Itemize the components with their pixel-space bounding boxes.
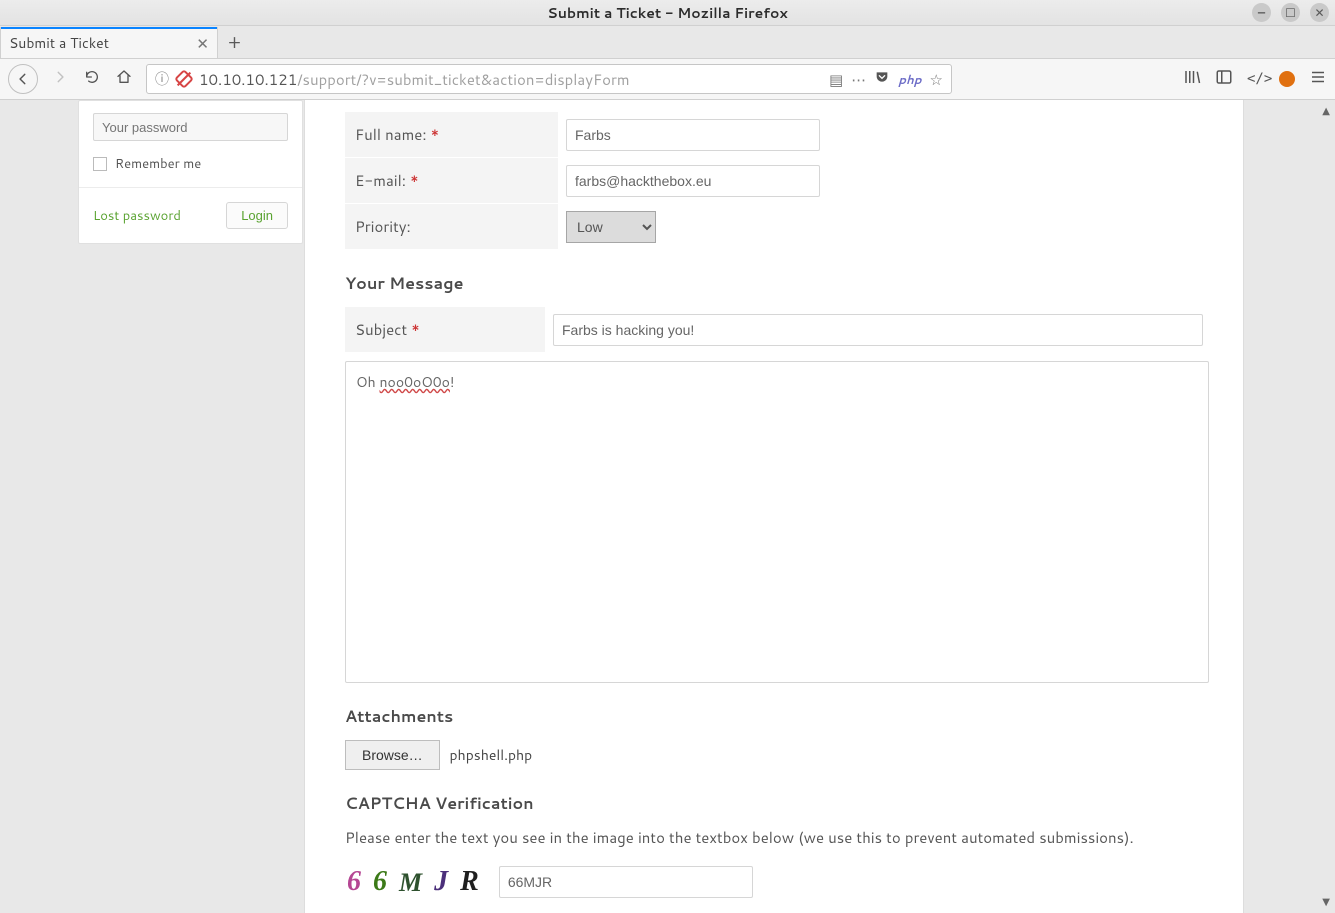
page-actions-icon[interactable]: ⋯ — [851, 69, 866, 90]
captcha-help-text: Please enter the text you see in the ima… — [345, 827, 1203, 848]
remember-me-checkbox[interactable]: Remember me — [93, 155, 288, 173]
nav-back-button[interactable] — [8, 64, 38, 94]
subject-row: Subject * — [345, 307, 1203, 353]
email-label: E-mail: — [355, 170, 406, 191]
priority-label: Priority: — [355, 216, 411, 237]
required-marker: * — [411, 319, 420, 340]
subject-input[interactable] — [553, 314, 1203, 346]
attachment-filename: phpshell.php — [450, 745, 533, 765]
login-widget: Remember me Lost password Login — [78, 100, 303, 244]
window-titlebar: Submit a Ticket - Mozilla Firefox – ☐ ✕ — [0, 0, 1335, 26]
message-body-input[interactable]: Oh noo0oO0o! — [345, 361, 1209, 683]
hamburger-menu-icon[interactable] — [1309, 68, 1327, 91]
browse-button[interactable]: Browse… — [345, 740, 440, 770]
home-button[interactable] — [114, 69, 134, 90]
attachments-heading: Attachments — [345, 705, 1203, 728]
url-text: 10.10.10.121/support/?v=submit_ticket&ac… — [199, 69, 821, 90]
browser-tab[interactable]: Submit a Ticket ✕ — [0, 27, 218, 58]
tab-strip: Submit a Ticket ✕ + — [0, 26, 1335, 59]
tab-close-icon[interactable]: ✕ — [196, 33, 209, 54]
captcha-heading: CAPTCHA Verification — [345, 792, 1203, 815]
email-row: E-mail:* — [345, 158, 1203, 204]
insecure-icon — [177, 72, 191, 86]
password-input[interactable] — [93, 113, 288, 141]
home-icon — [116, 69, 132, 85]
nav-forward-button — [50, 69, 70, 89]
email-input[interactable] — [566, 165, 820, 197]
browser-toolbar: ⓘ 10.10.10.121/support/?v=submit_ticket&… — [0, 59, 1335, 100]
remember-me-label: Remember me — [115, 155, 201, 173]
library-icon[interactable] — [1183, 68, 1201, 91]
lost-password-link[interactable]: Lost password — [93, 207, 181, 225]
bookmark-star-icon[interactable]: ☆ — [930, 69, 943, 90]
url-host: 10.10.10.121 — [199, 69, 297, 90]
tab-accent — [1, 27, 217, 29]
captcha-row: 6 6 M J R — [345, 864, 1203, 900]
fullname-row: Full name:* — [345, 112, 1203, 158]
url-bar[interactable]: ⓘ 10.10.10.121/support/?v=submit_ticket&… — [146, 64, 952, 94]
extension-icon[interactable] — [1279, 71, 1295, 87]
pocket-icon[interactable] — [874, 69, 890, 90]
url-path: /support/?v=submit_ticket&action=display… — [297, 69, 629, 90]
attachment-row: Browse… phpshell.php — [345, 740, 1203, 770]
php-badge: php — [898, 71, 921, 88]
window-title: Submit a Ticket - Mozilla Firefox — [547, 3, 787, 23]
arrow-right-icon — [53, 70, 67, 84]
new-tab-button[interactable]: + — [218, 27, 251, 58]
priority-select[interactable]: Low — [566, 211, 656, 243]
fullname-label: Full name: — [355, 124, 427, 145]
checkbox-icon — [93, 157, 107, 171]
page-viewport: ▲ ▼ Remember me Lost password Login Full… — [0, 100, 1335, 913]
captcha-input[interactable] — [499, 866, 753, 898]
devtools-icon[interactable]: </> — [1247, 71, 1265, 87]
message-heading: Your Message — [345, 272, 1203, 295]
window-maximize-button[interactable]: ☐ — [1281, 3, 1300, 22]
arrow-left-icon — [16, 72, 30, 86]
reload-button[interactable] — [82, 69, 102, 90]
required-marker: * — [431, 124, 440, 145]
priority-row: Priority: Low — [345, 204, 1203, 250]
fullname-input[interactable] — [566, 119, 820, 151]
sidebar-icon[interactable] — [1215, 68, 1233, 91]
captcha-image: 6 6 M J R — [345, 864, 481, 900]
window-close-button[interactable]: ✕ — [1310, 3, 1329, 22]
required-marker: * — [410, 170, 419, 191]
reload-icon — [84, 69, 100, 85]
ticket-form: Full name:* E-mail:* Priority: Low Your … — [304, 100, 1244, 913]
window-minimize-button[interactable]: – — [1252, 3, 1271, 22]
subject-label: Subject — [355, 319, 407, 340]
site-info-icon[interactable]: ⓘ — [155, 69, 169, 89]
tab-title: Submit a Ticket — [9, 33, 109, 53]
login-button[interactable]: Login — [226, 202, 288, 229]
reader-mode-icon[interactable]: ▤ — [829, 69, 843, 90]
